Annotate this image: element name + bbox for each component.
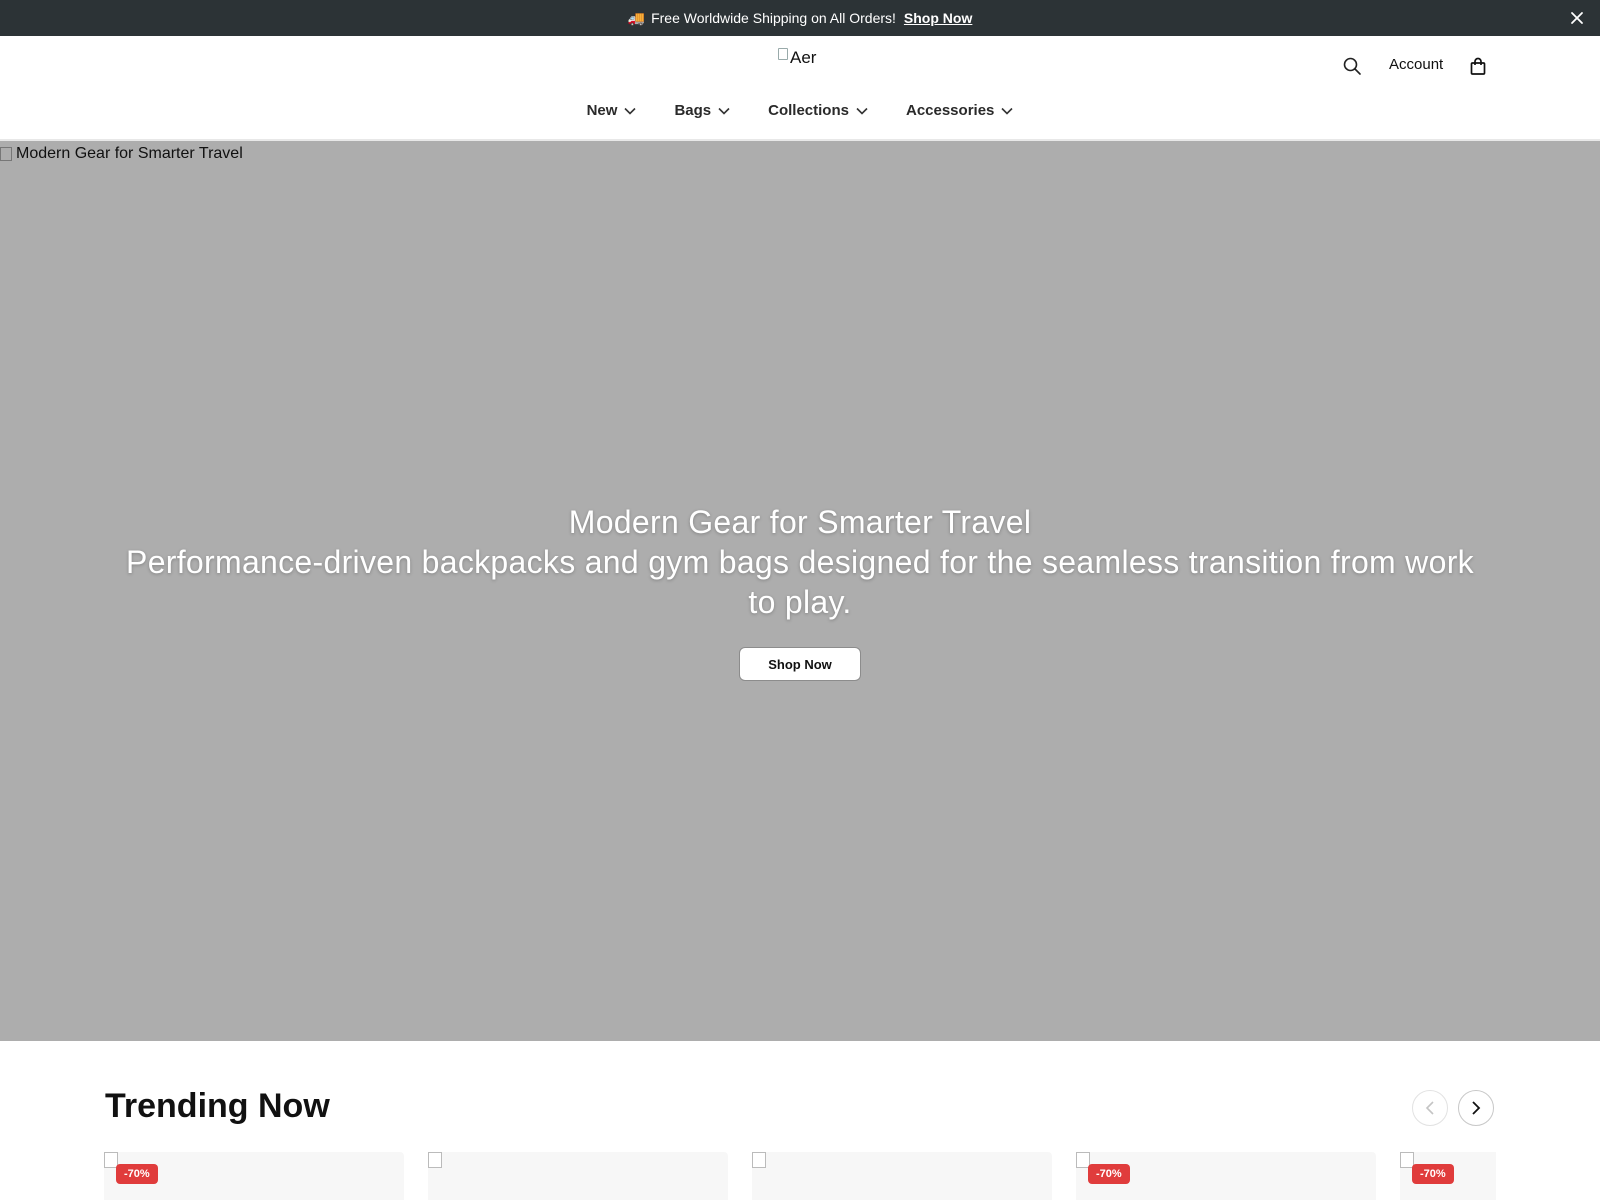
- hero-title: Modern Gear for Smarter Travel: [568, 504, 1032, 540]
- product-card[interactable]: -70%: [1076, 1152, 1376, 1200]
- hero-banner: Modern Gear for Smarter Travel Modern Ge…: [0, 141, 1600, 1041]
- discount-badge: -70%: [1088, 1164, 1130, 1184]
- cart-button[interactable]: [1468, 56, 1488, 76]
- nav-item-label: Collections: [768, 102, 849, 119]
- nav-item-bags[interactable]: Bags: [674, 102, 730, 119]
- account-link[interactable]: Account: [1389, 56, 1443, 73]
- logo-alt-text: Aer: [790, 48, 817, 67]
- chevron-right-icon: [1472, 1101, 1481, 1115]
- chevron-down-icon: [1001, 107, 1013, 115]
- nav-item-label: New: [586, 102, 618, 119]
- chevron-down-icon: [856, 107, 868, 115]
- product-card[interactable]: -70%: [1400, 1152, 1496, 1200]
- announcement-message: Free Worldwide Shipping on All Orders!: [651, 10, 896, 26]
- discount-badge: -70%: [116, 1164, 158, 1184]
- hero-image-alt-text: Modern Gear for Smarter Travel: [16, 145, 243, 162]
- chevron-down-icon: [624, 107, 637, 115]
- nav-item-label: Bags: [674, 102, 712, 119]
- hero-subtitle: Performance-driven backpacks and gym bag…: [126, 544, 1474, 620]
- product-card[interactable]: [428, 1152, 728, 1200]
- nav-item-new[interactable]: New: [587, 102, 637, 119]
- announcement-shop-now-link[interactable]: Shop Now: [904, 10, 972, 26]
- chevron-left-icon: [1425, 1101, 1434, 1115]
- site-header: Aer Account New Bags Collections Accesso…: [0, 36, 1600, 141]
- carousel-next-button[interactable]: [1458, 1090, 1494, 1126]
- hero-text: Modern Gear for Smarter Travel Performan…: [120, 502, 1480, 622]
- product-card[interactable]: -70%: [104, 1152, 404, 1200]
- hero-image-alt: Modern Gear for Smarter Travel: [0, 145, 243, 163]
- search-icon: [1343, 57, 1361, 75]
- product-card[interactable]: [752, 1152, 1052, 1200]
- chevron-down-icon: [718, 107, 730, 115]
- broken-image-icon: [428, 1152, 442, 1168]
- close-icon[interactable]: [1568, 9, 1586, 27]
- search-button[interactable]: [1342, 56, 1362, 76]
- main-navigation: New Bags Collections Accessories: [0, 102, 1600, 119]
- trending-carousel: -70% -70% -70%: [104, 1152, 1496, 1200]
- announcement-bar: 🚚 Free Worldwide Shipping on All Orders!…: [0, 0, 1600, 36]
- nav-item-accessories[interactable]: Accessories: [906, 102, 1013, 119]
- truck-icon: 🚚: [627, 9, 646, 26]
- nav-item-label: Accessories: [905, 102, 995, 119]
- trending-title: Trending Now: [105, 1087, 330, 1125]
- broken-image-icon: [752, 1152, 766, 1168]
- nav-item-collections[interactable]: Collections: [768, 102, 868, 119]
- logo[interactable]: Aer: [778, 48, 816, 68]
- broken-image-icon: [0, 147, 12, 161]
- shopping-bag-icon: [1470, 57, 1486, 75]
- broken-image-icon: [778, 48, 788, 60]
- discount-badge: -70%: [1412, 1164, 1454, 1184]
- hero-shop-now-button[interactable]: Shop Now: [739, 647, 861, 681]
- carousel-prev-button[interactable]: [1412, 1090, 1448, 1126]
